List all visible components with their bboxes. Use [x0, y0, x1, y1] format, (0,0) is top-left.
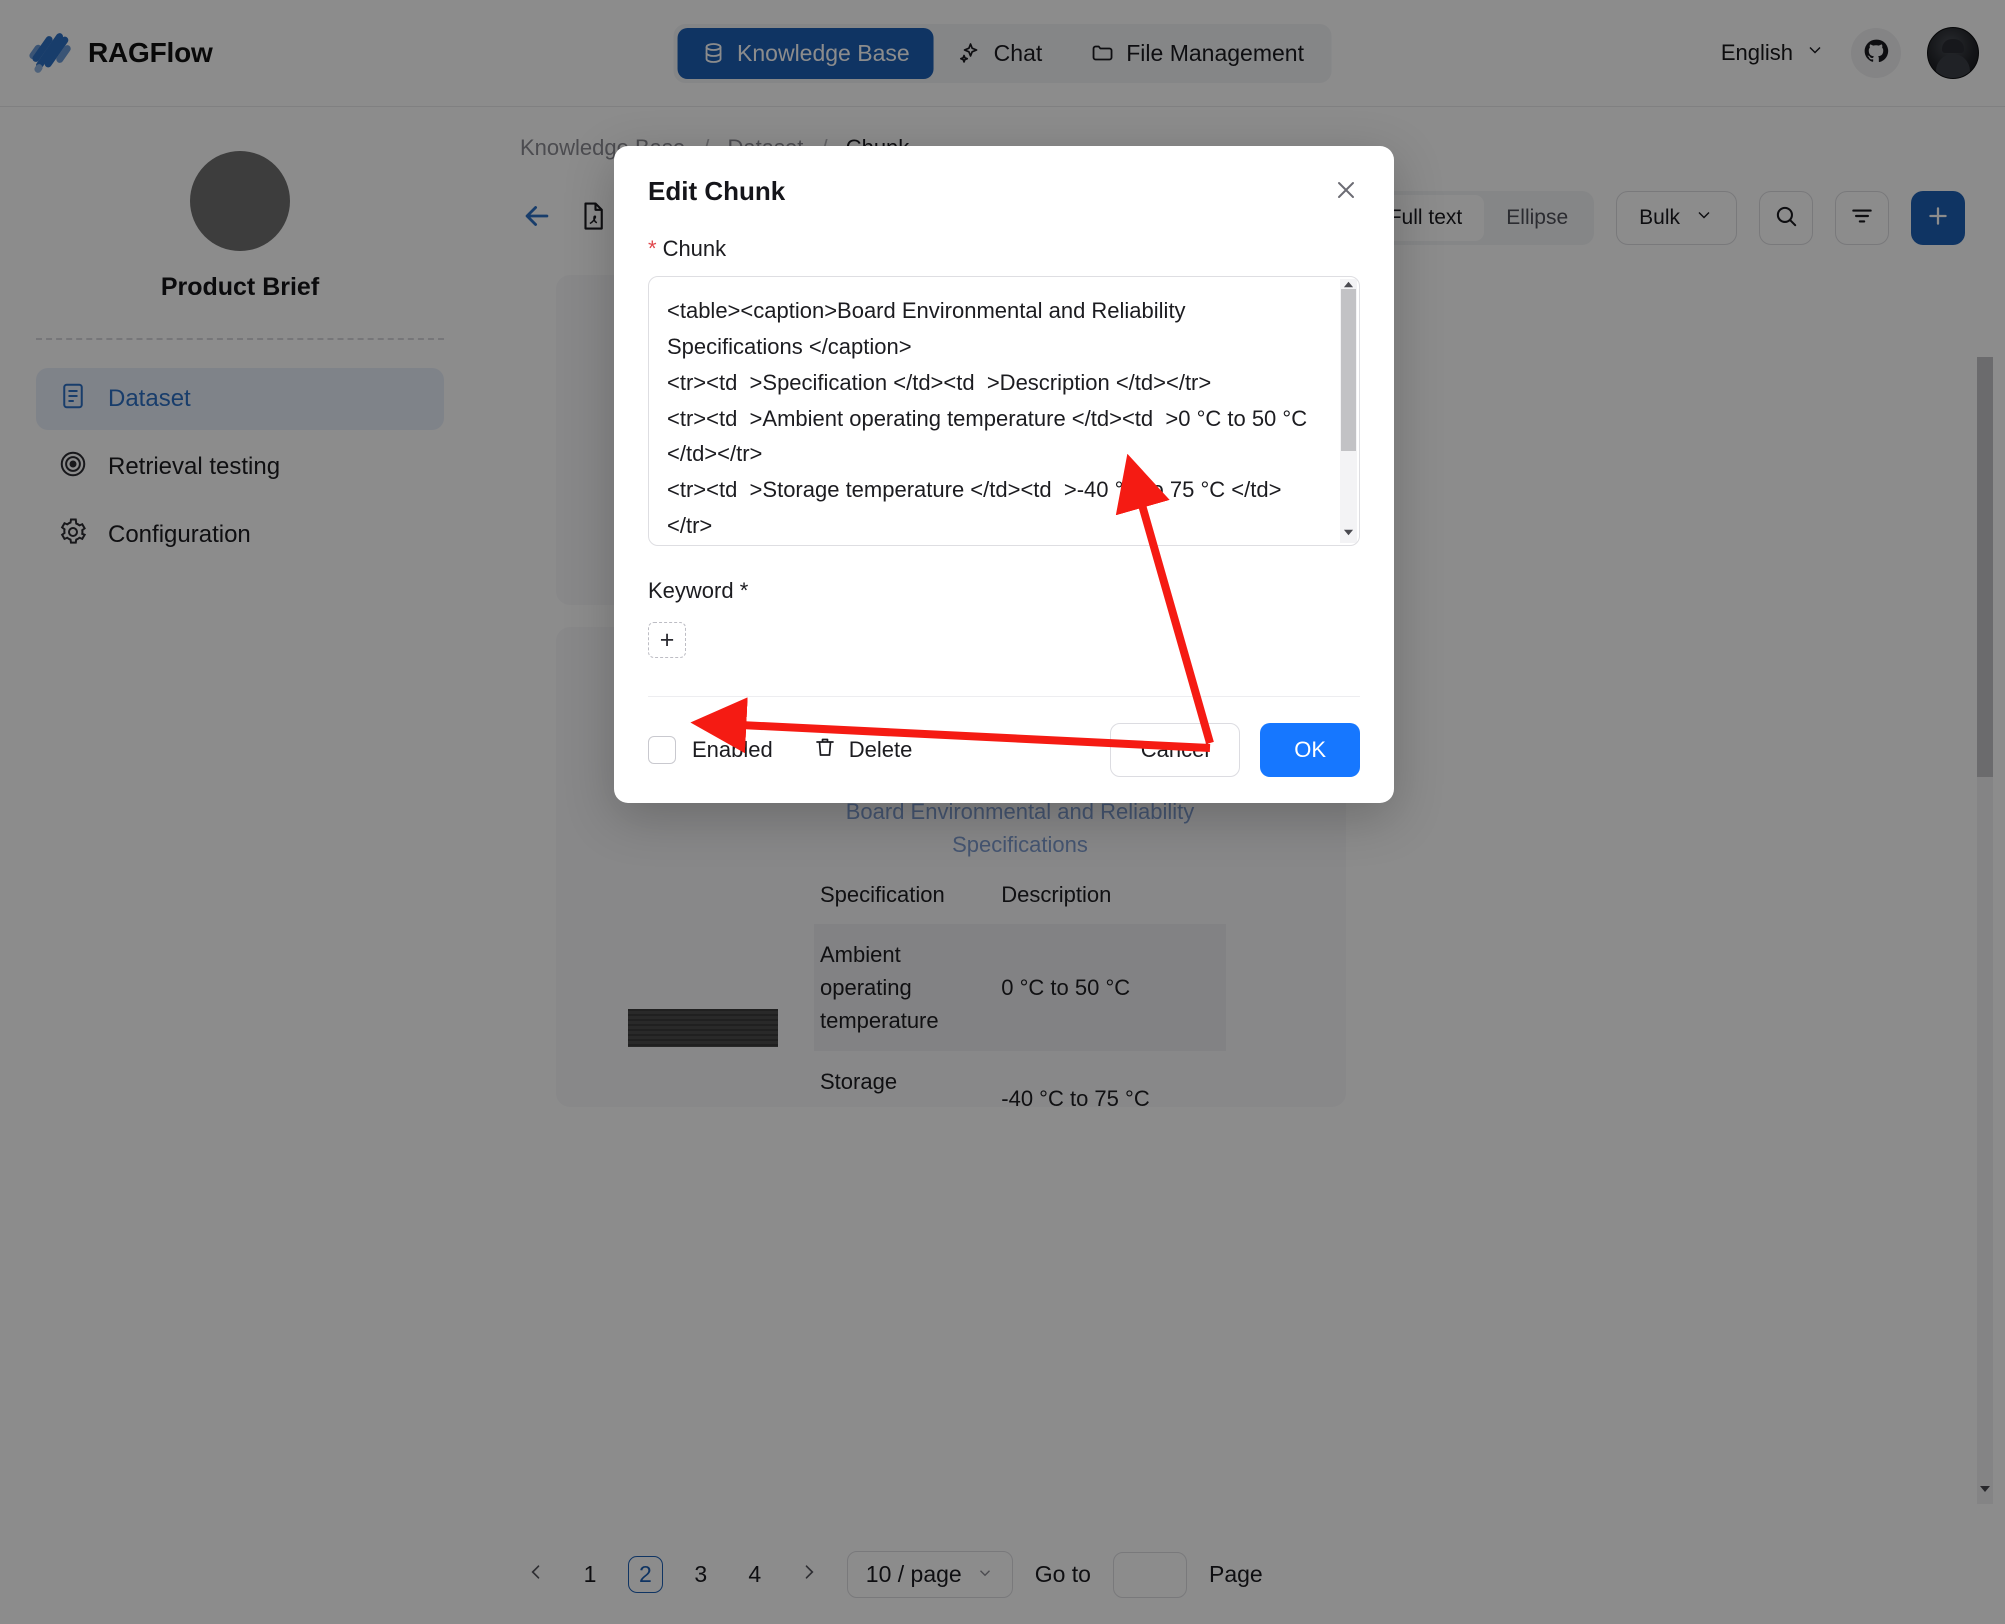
trash-icon [813, 735, 837, 765]
enabled-checkbox-wrapper[interactable]: Enabled [648, 736, 773, 764]
edit-chunk-modal: Edit Chunk * Chunk <table><caption>Board … [614, 146, 1394, 803]
keyword-field-label: Keyword * [648, 578, 749, 603]
delete-button[interactable]: Delete [813, 735, 913, 765]
modal-header: Edit Chunk [648, 176, 1360, 210]
ok-button[interactable]: OK [1260, 723, 1360, 777]
chunk-textarea-scrollbar[interactable] [1340, 279, 1357, 543]
chunk-field-label: * Chunk [648, 236, 1360, 262]
required-mark: * [648, 236, 657, 261]
chunk-textarea[interactable]: <table><caption>Board Environmental and … [649, 277, 1359, 545]
chunk-textarea-wrapper[interactable]: <table><caption>Board Environmental and … [648, 276, 1360, 546]
cancel-button[interactable]: Cancel [1109, 723, 1241, 777]
enabled-checkbox[interactable] [648, 736, 676, 764]
modal-footer: Enabled Delete Cancel OK [648, 723, 1360, 777]
add-keyword-button[interactable]: + [648, 622, 686, 658]
enabled-label: Enabled [692, 737, 773, 762]
close-icon[interactable] [1332, 176, 1360, 210]
scrollbar-thumb[interactable] [1341, 289, 1356, 451]
chunk-label-text: Chunk [662, 236, 727, 261]
modal-title: Edit Chunk [648, 176, 786, 206]
modal-divider [648, 696, 1360, 697]
scroll-down-arrow-icon[interactable] [1343, 527, 1354, 541]
delete-label: Delete [848, 737, 913, 762]
